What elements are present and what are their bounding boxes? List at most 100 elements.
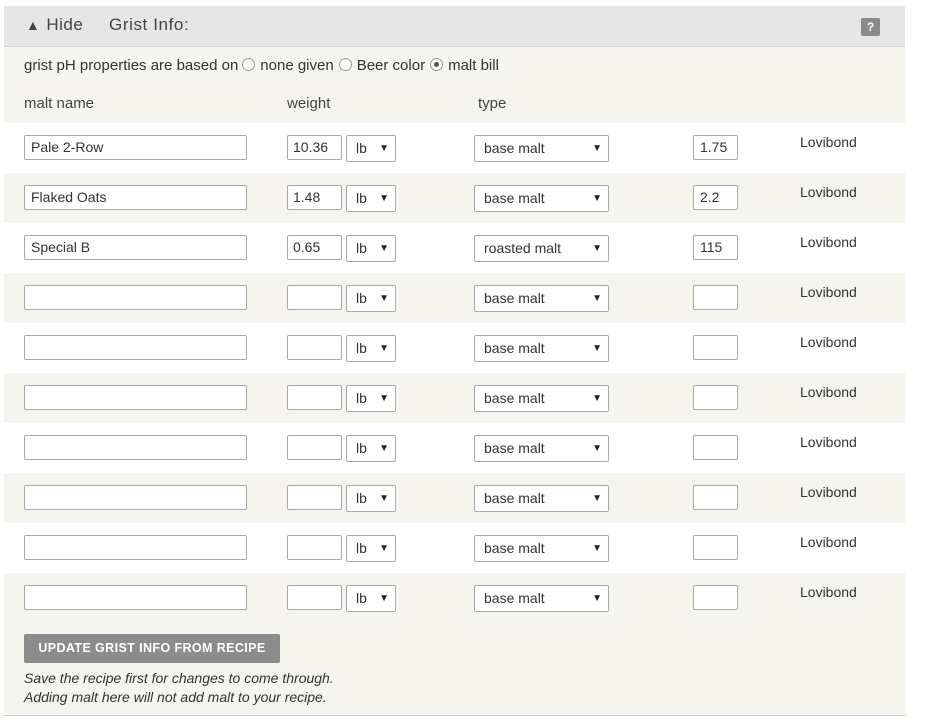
- malt-row: lb ▼ base malt ▼ Lovibond: [4, 523, 905, 573]
- malt-type-select-value: base malt: [484, 290, 545, 306]
- unit-select[interactable]: lb ▼: [346, 185, 396, 212]
- column-header-malt-name: malt name: [24, 95, 95, 112]
- malt-type-select[interactable]: base malt ▼: [474, 485, 609, 512]
- unit-select[interactable]: lb ▼: [346, 435, 396, 462]
- dropdown-arrow-icon: ▼: [592, 543, 602, 554]
- color-input[interactable]: [693, 585, 738, 610]
- color-unit-label: Lovibond: [800, 134, 857, 150]
- malt-name-input[interactable]: [24, 285, 247, 310]
- malt-name-input[interactable]: Special B: [24, 235, 247, 260]
- hide-toggle[interactable]: ▲ Hide: [26, 15, 83, 35]
- color-unit-label: Lovibond: [800, 234, 857, 250]
- malt-type-select[interactable]: base malt ▼: [474, 585, 609, 612]
- malt-name-input[interactable]: [24, 435, 247, 460]
- malt-row: Flaked Oats 1.48 lb ▼ base malt ▼ 2.2 Lovibond: [4, 173, 905, 223]
- dropdown-arrow-icon: ▼: [379, 243, 389, 254]
- color-input[interactable]: [693, 535, 738, 560]
- note-adding-malt: Adding malt here will not add malt to yo…: [24, 689, 327, 705]
- unit-select[interactable]: lb ▼: [346, 335, 396, 362]
- color-unit-label: Lovibond: [800, 284, 857, 300]
- malt-type-select[interactable]: base malt ▼: [474, 285, 609, 312]
- malt-name-input[interactable]: [24, 335, 247, 360]
- malt-type-select[interactable]: roasted malt ▼: [474, 235, 609, 262]
- color-unit-label: Lovibond: [800, 434, 857, 450]
- unit-select[interactable]: lb ▼: [346, 485, 396, 512]
- ph-basis-line: grist pH properties are based on none gi…: [24, 57, 499, 74]
- color-unit-label: Lovibond: [800, 384, 857, 400]
- malt-type-select-value: base malt: [484, 590, 545, 606]
- unit-select[interactable]: lb ▼: [346, 235, 396, 262]
- color-unit-label: Lovibond: [800, 334, 857, 350]
- dropdown-arrow-icon: ▼: [379, 143, 389, 154]
- dropdown-arrow-icon: ▼: [592, 143, 602, 154]
- malt-row: lb ▼ base malt ▼ Lovibond: [4, 473, 905, 523]
- column-header-type: type: [478, 95, 507, 112]
- unit-select[interactable]: lb ▼: [346, 285, 396, 312]
- radio-malt-bill[interactable]: [430, 58, 444, 71]
- malt-row: lb ▼ base malt ▼ Lovibond: [4, 323, 905, 373]
- malt-name-input[interactable]: [24, 385, 247, 410]
- radio-none-given[interactable]: [242, 58, 256, 71]
- dropdown-arrow-icon: ▼: [379, 493, 389, 504]
- dropdown-arrow-icon: ▼: [592, 193, 602, 204]
- dropdown-arrow-icon: ▼: [592, 243, 602, 254]
- malt-type-select-value: base malt: [484, 340, 545, 356]
- color-input[interactable]: [693, 385, 738, 410]
- malt-type-select[interactable]: base malt ▼: [474, 185, 609, 212]
- weight-input[interactable]: [287, 385, 342, 410]
- radio-malt-bill-label: malt bill: [448, 57, 499, 74]
- malt-type-select[interactable]: base malt ▼: [474, 385, 609, 412]
- dropdown-arrow-icon: ▼: [379, 393, 389, 404]
- unit-select[interactable]: lb ▼: [346, 385, 396, 412]
- color-input[interactable]: [693, 285, 738, 310]
- unit-select[interactable]: lb ▼: [346, 135, 396, 162]
- unit-select-value: lb: [356, 140, 367, 156]
- malt-name-input[interactable]: [24, 585, 247, 610]
- weight-input[interactable]: [287, 335, 342, 360]
- radio-beer-color-label: Beer color: [356, 57, 426, 74]
- grist-info-panel: ▲ Hide Grist Info: ? grist pH properties …: [4, 6, 905, 715]
- update-grist-button[interactable]: UPDATE GRIST INFO FROM RECIPE: [24, 634, 280, 663]
- malt-type-select[interactable]: base malt ▼: [474, 535, 609, 562]
- unit-select[interactable]: lb ▼: [346, 535, 396, 562]
- help-icon[interactable]: ?: [861, 18, 880, 36]
- malt-row: lb ▼ base malt ▼ Lovibond: [4, 373, 905, 423]
- color-input[interactable]: [693, 485, 738, 510]
- malt-name-input[interactable]: [24, 485, 247, 510]
- malt-type-select-value: roasted malt: [484, 240, 562, 256]
- panel-divider: [4, 715, 905, 716]
- malt-type-select-value: base malt: [484, 440, 545, 456]
- color-unit-label: Lovibond: [800, 534, 857, 550]
- weight-input[interactable]: [287, 435, 342, 460]
- weight-input[interactable]: 0.65: [287, 235, 342, 260]
- weight-input[interactable]: [287, 585, 342, 610]
- dropdown-arrow-icon: ▼: [379, 293, 389, 304]
- color-input[interactable]: 1.75: [693, 135, 738, 160]
- weight-input[interactable]: 10.36: [287, 135, 342, 160]
- weight-input[interactable]: 1.48: [287, 185, 342, 210]
- weight-input[interactable]: [287, 485, 342, 510]
- unit-select-value: lb: [356, 340, 367, 356]
- unit-select[interactable]: lb ▼: [346, 585, 396, 612]
- hide-label: Hide: [46, 15, 84, 34]
- panel-header: ▲ Hide Grist Info: ?: [4, 6, 905, 47]
- malt-type-select[interactable]: base malt ▼: [474, 435, 609, 462]
- malt-type-select[interactable]: base malt ▼: [474, 335, 609, 362]
- color-input[interactable]: [693, 435, 738, 460]
- radio-beer-color[interactable]: [338, 58, 352, 71]
- weight-input[interactable]: [287, 535, 342, 560]
- color-input[interactable]: 2.2: [693, 185, 738, 210]
- malt-type-select-value: base malt: [484, 540, 545, 556]
- color-input[interactable]: 115: [693, 235, 738, 260]
- unit-select-value: lb: [356, 590, 367, 606]
- weight-input[interactable]: [287, 285, 342, 310]
- malt-type-select-value: base malt: [484, 140, 545, 156]
- color-input[interactable]: [693, 335, 738, 360]
- malt-name-input[interactable]: Flaked Oats: [24, 185, 247, 210]
- malt-name-input[interactable]: [24, 535, 247, 560]
- malt-type-select[interactable]: base malt ▼: [474, 135, 609, 162]
- ph-basis-label: grist pH properties are based on: [24, 57, 239, 74]
- dropdown-arrow-icon: ▼: [379, 343, 389, 354]
- radio-none-given-label: none given: [260, 57, 334, 74]
- malt-name-input[interactable]: Pale 2-Row: [24, 135, 247, 160]
